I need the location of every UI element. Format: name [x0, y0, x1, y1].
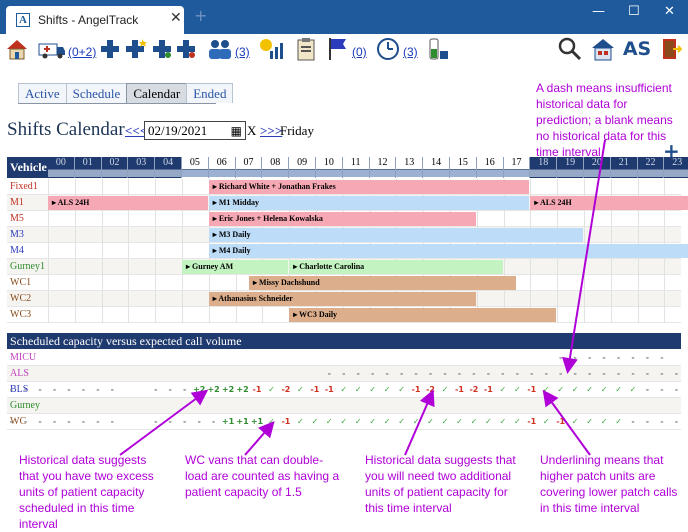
- arrow-need: [404, 389, 435, 456]
- arrow-underline: [542, 389, 591, 456]
- arrow-dash: [562, 139, 606, 374]
- arrow-excess: [119, 389, 209, 456]
- annotation-arrows: [119, 139, 606, 456]
- arrow-wc: [244, 420, 275, 456]
